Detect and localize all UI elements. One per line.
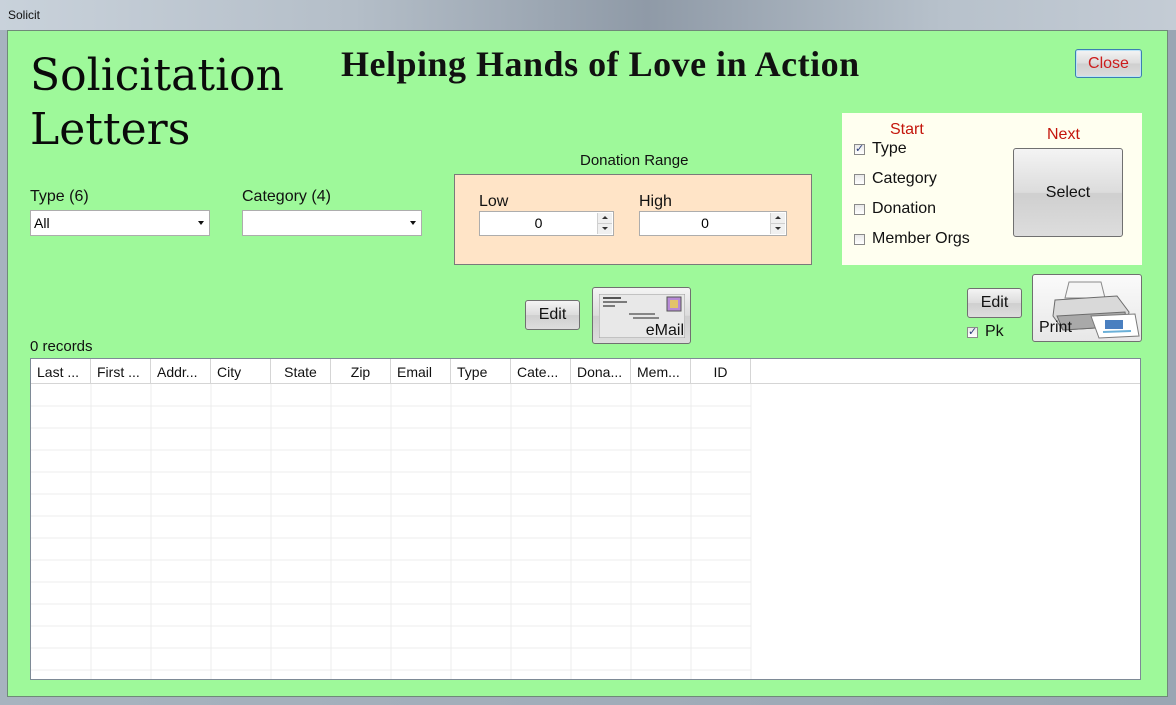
type-combo[interactable]: All bbox=[30, 210, 210, 236]
stepper-up-icon[interactable] bbox=[771, 213, 785, 224]
print-button[interactable]: Print bbox=[1032, 274, 1142, 342]
form-client-area: Solicitation Letters Helping Hands of Lo… bbox=[7, 30, 1168, 697]
checkbox-unchecked-icon[interactable] bbox=[854, 203, 865, 215]
checkbox-checked-icon[interactable]: ✓ bbox=[967, 326, 978, 338]
chevron-down-icon bbox=[410, 221, 416, 225]
grid-column-header[interactable]: Email bbox=[391, 359, 451, 383]
pk-label: Pk bbox=[985, 323, 1004, 340]
email-edit-button[interactable]: Edit bbox=[525, 300, 580, 330]
chevron-down-icon bbox=[198, 221, 204, 225]
form-title: Solicitation Letters bbox=[30, 49, 284, 157]
checkbox-unchecked-icon[interactable] bbox=[854, 233, 865, 245]
high-label: High bbox=[639, 193, 672, 210]
close-button[interactable]: Close bbox=[1075, 49, 1142, 78]
email-button-label: eMail bbox=[645, 322, 684, 339]
type-label: Type (6) bbox=[30, 188, 89, 205]
grid-column-header[interactable]: City bbox=[211, 359, 271, 383]
records-grid[interactable]: Last ... First ... Addr... City State Zip Emai… bbox=[30, 358, 1141, 680]
print-edit-button[interactable]: Edit bbox=[967, 288, 1022, 318]
grid-column-header[interactable]: Addr... bbox=[151, 359, 211, 383]
grid-column-header[interactable]: First ... bbox=[91, 359, 151, 383]
print-button-label: Print bbox=[1039, 319, 1072, 336]
grid-column-header[interactable]: Zip bbox=[331, 359, 391, 383]
grid-column-header[interactable]: Last ... bbox=[31, 359, 91, 383]
grid-column-header[interactable]: Mem... bbox=[631, 359, 691, 383]
form-title-line1: Solicitation bbox=[30, 50, 284, 101]
option-member-orgs-label: Member Orgs bbox=[872, 230, 970, 247]
grid-header-row: Last ... First ... Addr... City State Zip Emai… bbox=[31, 359, 1140, 384]
grid-body bbox=[31, 384, 752, 679]
low-stepper[interactable]: 0 bbox=[479, 211, 614, 236]
grid-column-header[interactable]: Cate... bbox=[511, 359, 571, 383]
organization-name: Helping Hands of Love in Action bbox=[341, 44, 860, 84]
checkbox-unchecked-icon[interactable] bbox=[854, 173, 865, 185]
option-category-checkbox[interactable]: Category bbox=[854, 170, 937, 188]
stepper-down-icon[interactable] bbox=[771, 224, 785, 234]
donation-range-box: Low 0 High 0 bbox=[454, 174, 812, 265]
category-label: Category (4) bbox=[242, 188, 331, 205]
records-count: 0 records bbox=[30, 338, 93, 355]
option-category-label: Category bbox=[872, 170, 937, 187]
option-type-label: Type bbox=[872, 140, 907, 157]
email-button[interactable]: eMail bbox=[592, 287, 691, 344]
checkbox-checked-icon[interactable]: ✓ bbox=[854, 143, 865, 155]
option-member-orgs-checkbox[interactable]: Member Orgs bbox=[854, 230, 970, 248]
high-value: 0 bbox=[701, 215, 709, 231]
window-titlebar: Solicit bbox=[0, 0, 1176, 30]
window-title: Solicit bbox=[8, 8, 41, 22]
option-donation-checkbox[interactable]: Donation bbox=[854, 200, 936, 218]
form-title-line2: Letters bbox=[30, 104, 191, 155]
donation-range-title: Donation Range bbox=[580, 152, 689, 169]
type-combo-value: All bbox=[34, 215, 50, 231]
low-value: 0 bbox=[534, 215, 543, 231]
low-stepper-buttons[interactable] bbox=[597, 213, 612, 234]
grid-column-header[interactable]: State bbox=[271, 359, 331, 383]
high-stepper[interactable]: 0 bbox=[639, 211, 787, 236]
low-label: Low bbox=[479, 193, 509, 210]
stepper-down-icon[interactable] bbox=[598, 224, 612, 234]
option-type-checkbox[interactable]: ✓ Type bbox=[854, 140, 907, 158]
start-label: Start bbox=[890, 121, 924, 138]
grid-column-header[interactable]: Dona... bbox=[571, 359, 631, 383]
next-label: Next bbox=[1047, 126, 1080, 143]
grid-column-header[interactable]: Type bbox=[451, 359, 511, 383]
pk-checkbox[interactable]: ✓ Pk bbox=[967, 323, 1004, 341]
stepper-up-icon[interactable] bbox=[598, 213, 612, 224]
select-button[interactable]: Select bbox=[1013, 148, 1123, 237]
high-stepper-buttons[interactable] bbox=[770, 213, 785, 234]
category-combo[interactable] bbox=[242, 210, 422, 236]
option-donation-label: Donation bbox=[872, 200, 937, 217]
grid-column-header[interactable]: ID bbox=[691, 359, 751, 383]
